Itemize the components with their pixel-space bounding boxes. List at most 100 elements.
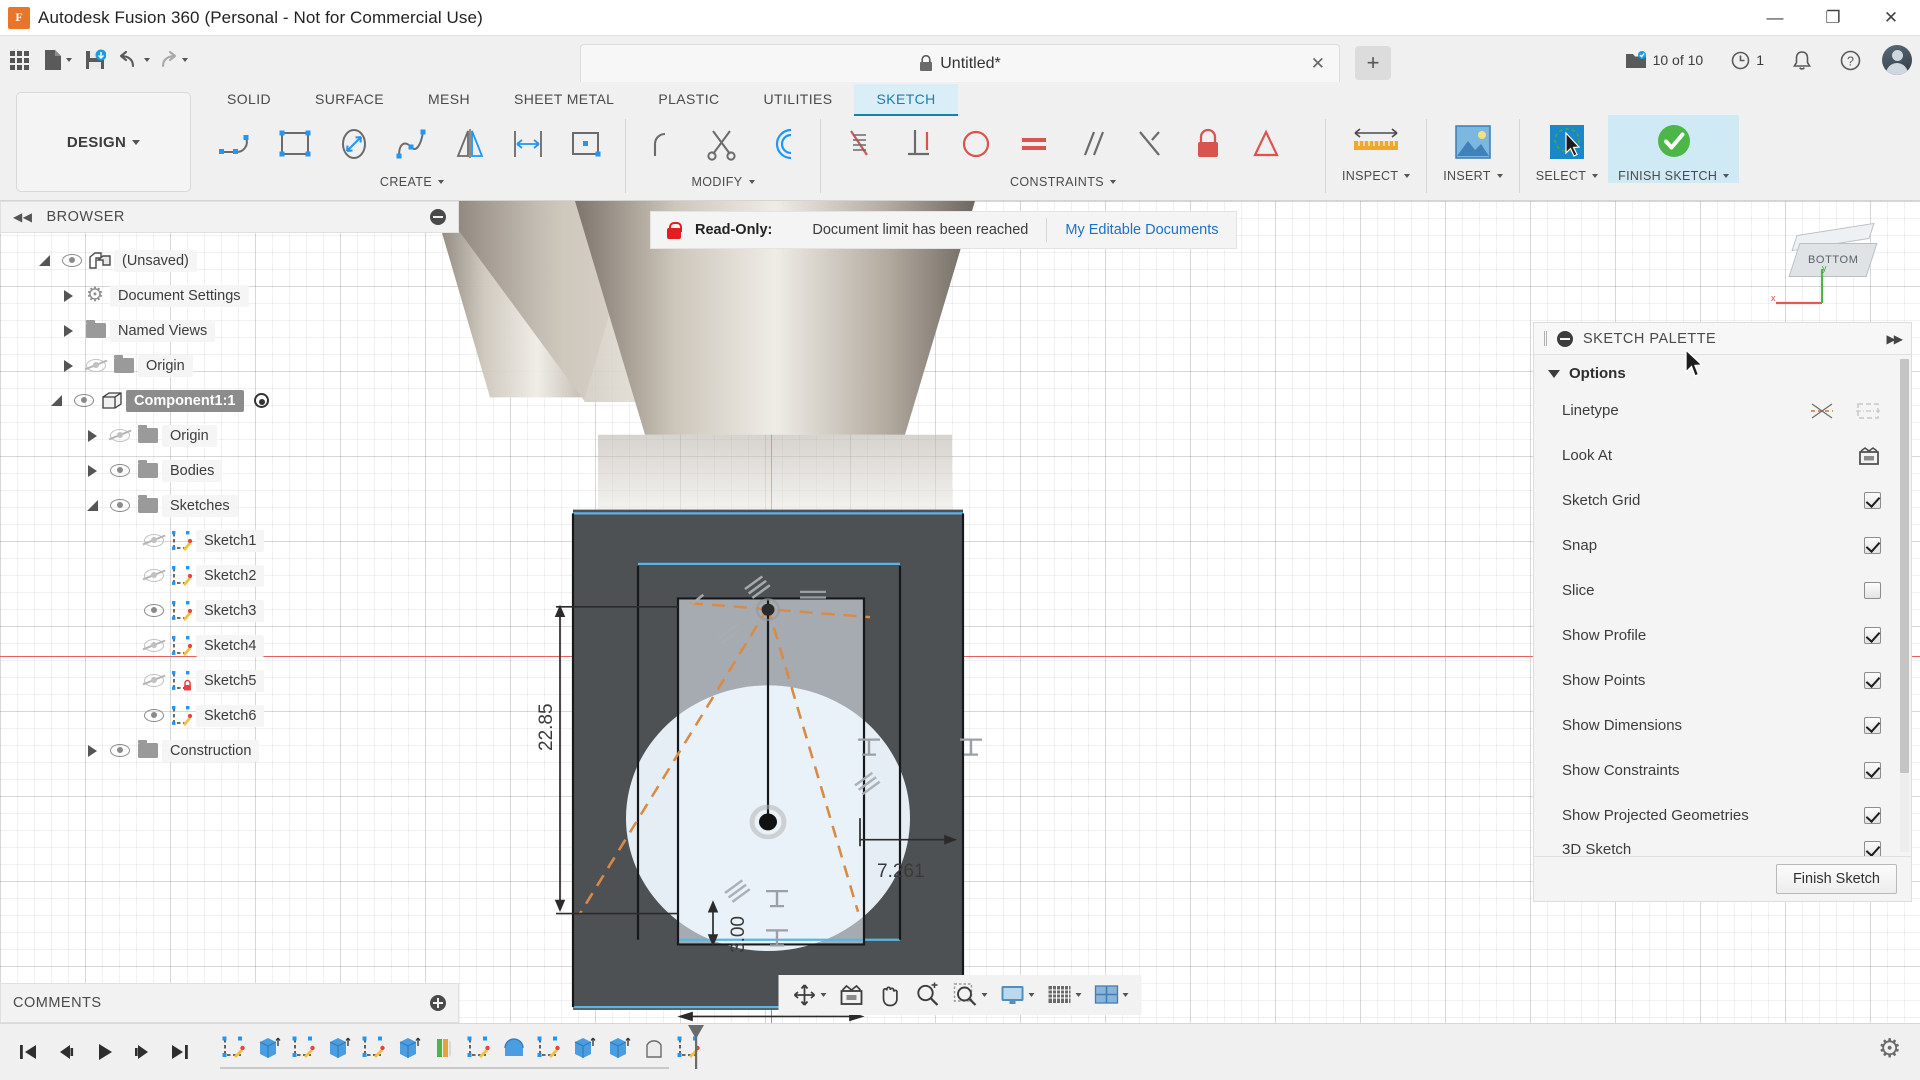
tree-item-sketches[interactable]: Sketches [0,488,459,523]
display-settings-icon[interactable] [995,978,1040,1012]
visibility-eye-icon[interactable] [140,674,168,687]
centerline-icon[interactable] [1855,400,1881,422]
timeline-feature-extrude[interactable] [603,1033,635,1063]
symmetry-icon[interactable] [1121,117,1179,171]
new-tab-button[interactable]: + [1355,46,1391,80]
timeline-feature-sketch[interactable] [358,1033,390,1063]
notifications-button[interactable] [1785,45,1819,76]
timeline-feature-sketch[interactable] [533,1033,565,1063]
ribbon-group-create-label[interactable]: CREATE [380,175,444,189]
trim-scissors-icon[interactable] [694,117,752,171]
expand-arrow-icon[interactable] [30,255,58,266]
tab-solid[interactable]: SOLID [205,84,293,114]
finish-sketch-palette-button[interactable]: Finish Sketch [1776,864,1897,894]
visibility-eye-icon[interactable] [140,709,168,722]
close-window-button[interactable]: ✕ [1862,0,1920,36]
timeline-feature-sketch[interactable] [288,1033,320,1063]
viewport-layout-icon[interactable] [1089,978,1134,1012]
timeline-feature-draft[interactable] [638,1033,670,1063]
orbit-icon[interactable] [787,978,832,1012]
palette-row-show-profile[interactable]: Show Profile [1534,613,1911,658]
tab-sheet-metal[interactable]: SHEET METAL [492,84,636,114]
drag-grip-icon[interactable] [1544,331,1547,346]
close-tab-icon[interactable]: ✕ [1311,54,1325,74]
3d-sketch-checkbox[interactable] [1864,841,1881,856]
zoom-window-icon[interactable] [948,978,993,1012]
tree-item-origin-component[interactable]: Origin [0,418,459,453]
browser-header[interactable]: ◀◀ BROWSER [0,201,459,233]
tab-surface[interactable]: SURFACE [293,84,406,114]
zoom-icon[interactable] [910,978,946,1012]
palette-row-show-constraints[interactable]: Show Constraints [1534,748,1911,793]
finish-sketch-button[interactable]: FINISH SKETCH [1608,115,1739,183]
rectangle-icon[interactable] [267,117,325,171]
timeline-feature-sketch[interactable] [463,1033,495,1063]
tree-item-bodies[interactable]: Bodies [0,453,459,488]
look-at-icon[interactable] [834,978,870,1012]
insert-button[interactable]: INSERT [1433,115,1512,183]
palette-row-linetype[interactable]: Linetype [1534,388,1911,433]
snap-checkbox[interactable] [1864,537,1881,554]
tree-item-sketch5[interactable]: Sketch5 [0,663,459,698]
minimize-circle-icon[interactable] [430,209,446,225]
pan-hand-icon[interactable] [872,978,908,1012]
parallel-icon[interactable] [1063,117,1121,171]
show-projected-geometries-checkbox[interactable] [1864,807,1881,824]
expand-arrow-icon[interactable] [78,500,106,511]
slice-checkbox[interactable] [1864,582,1881,599]
expand-arrow-icon[interactable] [54,325,82,337]
construction-line-icon[interactable] [1809,400,1835,422]
go-to-end-icon[interactable] [164,1036,196,1068]
tree-item-sketch2[interactable]: Sketch2 [0,558,459,593]
tree-item-unsaved[interactable]: (Unsaved) [0,243,459,278]
palette-row-look-at[interactable]: Look At [1534,433,1911,478]
palette-scrollbar[interactable] [1900,359,1909,851]
horizontal-vertical-icon[interactable] [831,117,889,171]
show-profile-checkbox[interactable] [1864,627,1881,644]
dimension-22-85[interactable]: 22.85 [536,703,558,751]
timeline-marker-icon[interactable] [685,1023,707,1075]
timeline-feature-extrude[interactable] [323,1033,355,1063]
palette-row-show-points[interactable]: Show Points [1534,658,1911,703]
tree-item-sketch4[interactable]: Sketch4 [0,628,459,663]
go-to-start-icon[interactable] [12,1036,44,1068]
palette-row-3d-sketch[interactable]: 3D Sketch [1534,838,1911,855]
timeline-feature-fillet[interactable] [498,1033,530,1063]
dimension-3-00[interactable]: 3.00 [728,916,750,953]
save-icon[interactable] [76,41,114,79]
grid-settings-icon[interactable] [1042,978,1087,1012]
tree-item-sketch3[interactable]: Sketch3 [0,593,459,628]
tree-item-named-views[interactable]: Named Views [0,313,459,348]
play-icon[interactable] [88,1036,120,1068]
new-document-icon[interactable] [38,41,76,79]
show-constraints-checkbox[interactable] [1864,762,1881,779]
tree-item-origin-root[interactable]: Origin [0,348,459,383]
options-section-header[interactable]: Options [1534,355,1911,388]
tree-item-construction[interactable]: Construction [0,733,459,768]
tree-item-sketch6[interactable]: Sketch6 [0,698,459,733]
avatar[interactable] [1882,45,1912,75]
visibility-eye-icon[interactable] [106,499,134,512]
help-button[interactable]: ? [1833,45,1868,76]
palette-row-show-projected-geometries[interactable]: Show Projected Geometries [1534,793,1911,838]
timeline-feature-extrude[interactable] [568,1033,600,1063]
comments-panel[interactable]: COMMENTS [0,983,459,1023]
visibility-eye-icon[interactable] [140,569,168,582]
timeline-feature-extrude[interactable] [253,1033,285,1063]
mirror-icon[interactable] [441,117,499,171]
redo-arrow-icon[interactable] [152,41,190,79]
palette-row-snap[interactable]: Snap [1534,523,1911,568]
show-points-checkbox[interactable] [1864,672,1881,689]
sketch-palette-header[interactable]: SKETCH PALETTE ▶▶ [1534,323,1911,355]
expand-arrow-icon[interactable] [54,290,82,302]
dimension-7-261[interactable]: 7.261 [877,861,925,883]
minimize-circle-icon[interactable] [1557,331,1573,347]
design-workspace-dropdown[interactable]: DESIGN [16,92,191,192]
step-forward-icon[interactable] [126,1036,158,1068]
visibility-eye-icon[interactable] [140,639,168,652]
my-editable-documents-link[interactable]: My Editable Documents [1065,222,1218,238]
minimize-window-button[interactable]: — [1746,0,1804,36]
visibility-eye-icon[interactable] [106,429,134,442]
ribbon-group-modify-label[interactable]: MODIFY [691,175,754,189]
tree-item-sketch1[interactable]: Sketch1 [0,523,459,558]
